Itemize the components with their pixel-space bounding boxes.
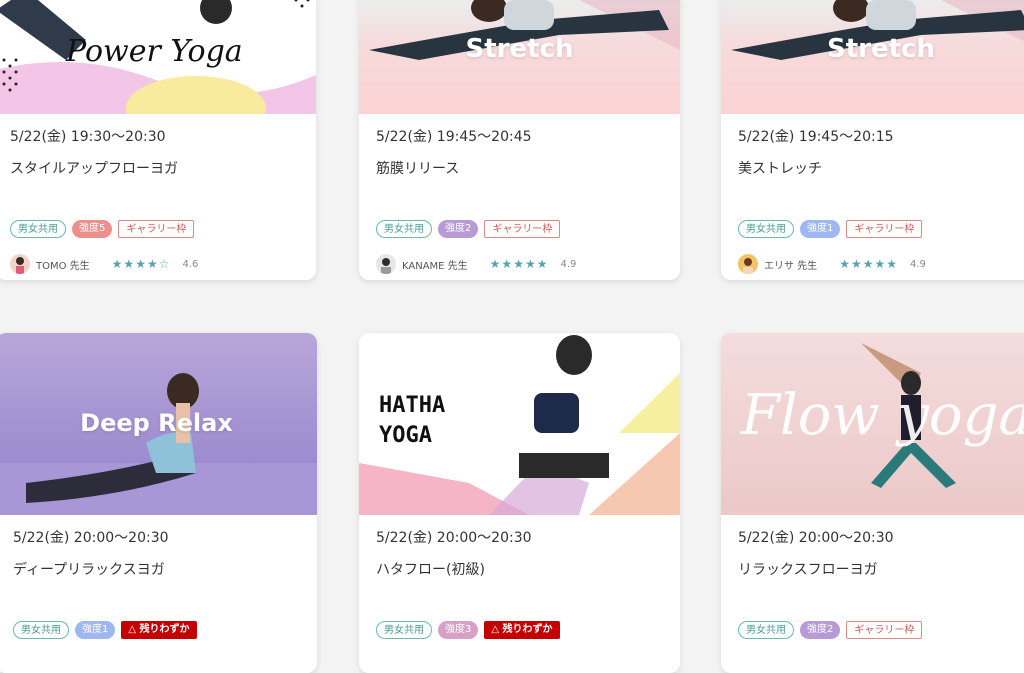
class-time: 5/22(金) 19:30〜20:30: [10, 129, 166, 145]
instructor-name: KANAME 先生: [402, 260, 468, 272]
star-rating-icon: ★★★★★: [489, 257, 549, 271]
hero-title: Deep Relax: [80, 409, 233, 437]
class-card[interactable]: Power Yoga 5/22(金) 19:30〜20:30 スタイルアップフロ…: [0, 0, 316, 280]
instructor-name: TOMO 先生: [36, 260, 90, 272]
gallery-tag: ギャラリー枠: [484, 220, 561, 238]
class-name[interactable]: ハタフロー(初級): [376, 559, 485, 579]
rating-value: 4.6: [182, 258, 199, 270]
avatar: [738, 254, 758, 274]
class-name[interactable]: 筋膜リリース: [376, 158, 459, 178]
tag-list: 男女共用 強度1 △ 残りわずか: [13, 621, 197, 639]
class-card[interactable]: Stretch 5/22(金) 19:45〜20:15 美ストレッチ 男女共用 …: [721, 0, 1024, 280]
class-time: 5/22(金) 19:45〜20:45: [376, 129, 532, 145]
gallery-tag: ギャラリー枠: [846, 621, 923, 639]
class-name[interactable]: 美ストレッチ: [738, 158, 822, 178]
class-time: 5/22(金) 20:00〜20:30: [738, 530, 894, 546]
class-hero-image: Stretch: [359, 0, 680, 114]
instructor-row: KANAME 先生 ★★★★★ 4.9: [376, 254, 576, 274]
strength-tag: 強度3: [438, 621, 479, 639]
gender-tag: 男女共用: [13, 621, 69, 639]
tag-list: 男女共用 強度2 ギャラリー枠: [376, 220, 561, 238]
few-spots-warning-tag: △ 残りわずか: [121, 621, 197, 639]
gender-tag: 男女共用: [738, 220, 794, 238]
gallery-tag: ギャラリー枠: [118, 220, 195, 238]
strength-tag: 強度2: [800, 621, 841, 639]
class-hero-image: Deep Relax: [0, 333, 317, 515]
strength-tag: 強度1: [75, 621, 116, 639]
rating-value: 4.9: [560, 258, 577, 270]
tag-list: 男女共用 強度3 △ 残りわずか: [376, 621, 560, 639]
class-time: 5/22(金) 20:00〜20:30: [13, 530, 169, 546]
class-card[interactable]: Flow yoga 5/22(金) 20:00〜20:30 リラックスフローヨガ…: [721, 333, 1024, 673]
avatar: [376, 254, 396, 274]
instructor-row: TOMO 先生 ★★★★☆ 4.6: [10, 254, 198, 274]
hero-title: Stretch: [465, 34, 574, 64]
class-name[interactable]: リラックスフローヨガ: [738, 559, 878, 579]
rating-value: 4.9: [909, 258, 926, 270]
strength-tag: 強度2: [438, 220, 479, 238]
star-rating-icon: ★★★★☆: [111, 257, 171, 271]
instructor-row: エリサ 先生 ★★★★★ 4.9: [738, 254, 926, 274]
class-card[interactable]: HATHA YOGA 5/22(金) 20:00〜20:30 ハタフロー(初級)…: [359, 333, 680, 673]
gender-tag: 男女共用: [376, 220, 432, 238]
class-time: 5/22(金) 19:45〜20:15: [738, 129, 894, 145]
hero-title-line: YOGA: [379, 423, 432, 448]
strength-tag: 強度1: [800, 220, 841, 238]
avatar: [10, 254, 30, 274]
hero-title: Stretch: [827, 34, 935, 64]
class-hero-image: Power Yoga: [0, 0, 316, 114]
class-name[interactable]: スタイルアップフローヨガ: [10, 158, 178, 178]
class-hero-image: Flow yoga: [721, 333, 1024, 515]
gallery-tag: ギャラリー枠: [846, 220, 923, 238]
few-spots-warning-tag: △ 残りわずか: [484, 621, 560, 639]
class-card[interactable]: Stretch 5/22(金) 19:45〜20:45 筋膜リリース 男女共用 …: [359, 0, 680, 280]
gender-tag: 男女共用: [376, 621, 432, 639]
hero-title-line: HATHA: [379, 393, 446, 418]
tag-list: 男女共用 強度2 ギャラリー枠: [738, 621, 923, 639]
tag-list: 男女共用 強度1 ギャラリー枠: [738, 220, 923, 238]
gender-tag: 男女共用: [10, 220, 66, 238]
hero-title: Power Yoga: [66, 34, 243, 69]
class-hero-image: Stretch: [721, 0, 1024, 114]
class-name[interactable]: ディープリラックスヨガ: [13, 559, 165, 579]
hero-title: HATHA YOGA: [379, 391, 445, 451]
class-time: 5/22(金) 20:00〜20:30: [376, 530, 532, 546]
class-card[interactable]: Deep Relax 5/22(金) 20:00〜20:30 ディープリラックス…: [0, 333, 317, 673]
strength-tag: 強度5: [72, 220, 113, 238]
gender-tag: 男女共用: [738, 621, 794, 639]
hero-title: Flow yoga: [741, 383, 1024, 448]
star-rating-icon: ★★★★★: [839, 257, 898, 271]
instructor-name: エリサ 先生: [764, 260, 818, 272]
tag-list: 男女共用 強度5 ギャラリー枠: [10, 220, 195, 238]
class-hero-image: HATHA YOGA: [359, 333, 680, 515]
